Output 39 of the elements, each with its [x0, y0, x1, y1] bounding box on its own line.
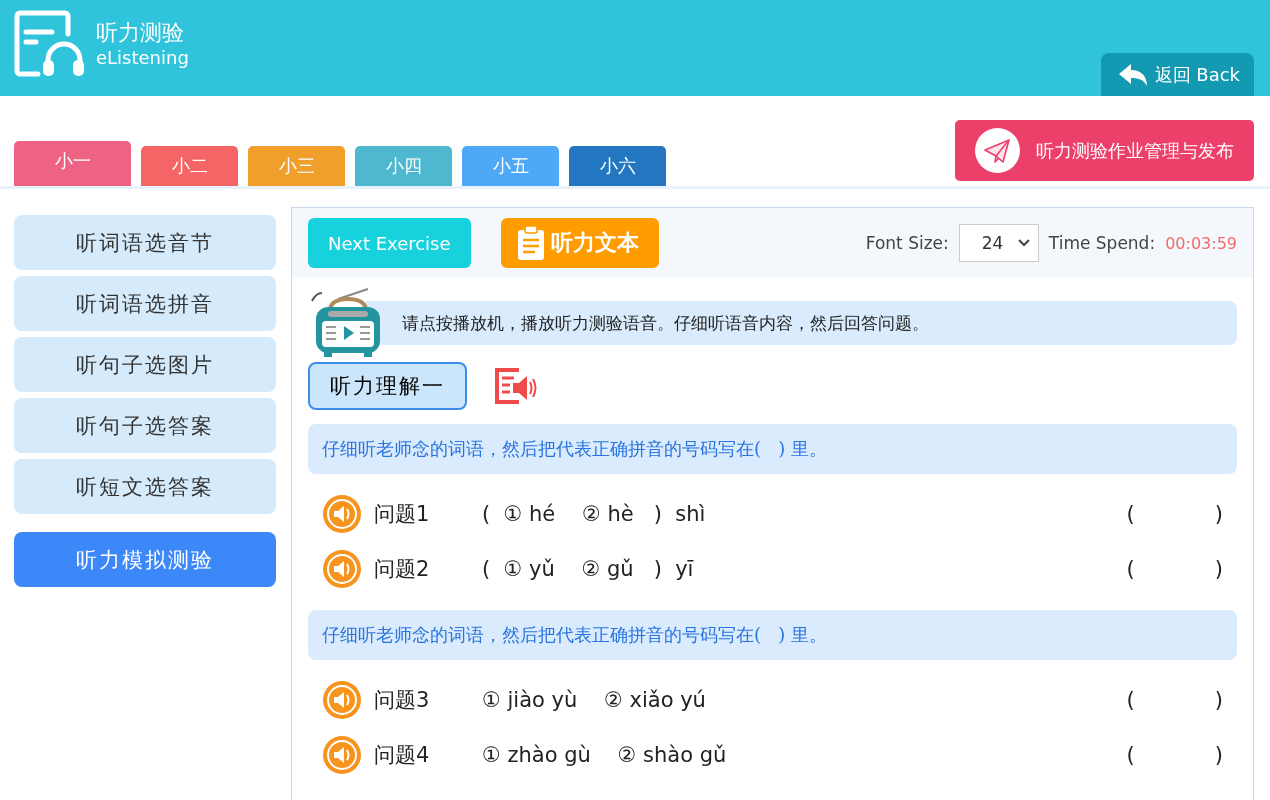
section-title[interactable]: 听力理解一 — [308, 362, 467, 410]
answer-choices: ( ① yǔ ② gǔ ) yī — [482, 556, 694, 581]
sidebar-item[interactable]: 听词语选拼音 — [14, 276, 276, 331]
grade-tab[interactable]: 小六 — [569, 146, 666, 186]
font-size-select[interactable]: 24 — [958, 224, 1039, 262]
clipboard-icon — [516, 226, 545, 260]
speaker-icon[interactable] — [322, 679, 362, 720]
app-subtitle: eListening — [96, 47, 189, 69]
answer-blank[interactable]: ( ) — [1126, 556, 1223, 581]
answer-blank[interactable]: ( ) — [1126, 687, 1223, 712]
time-value: 00:03:59 — [1165, 233, 1237, 253]
instruction-text: 请点按播放机，播放听力测验语音。仔细听语音内容，然后回答问题。 — [366, 301, 1237, 345]
answer-blank[interactable]: ( ) — [1126, 501, 1223, 526]
speaker-icon[interactable] — [322, 734, 362, 775]
answer-choices: ( ① hé ② hè ) shì — [482, 501, 706, 526]
sidebar-item[interactable]: 听句子选图片 — [14, 337, 276, 392]
chevron-down-icon — [1017, 239, 1030, 247]
publish-button[interactable]: 听力测验作业管理与发布 — [955, 120, 1254, 181]
sidebar-item[interactable]: 听词语选音节 — [14, 215, 276, 270]
answer-choices: ① zhào gù ② shào gǔ — [482, 742, 727, 767]
sidebar-item[interactable]: 听句子选答案 — [14, 398, 276, 453]
app-title: 听力测验 — [96, 19, 185, 47]
question-label: 问题1 — [374, 500, 431, 528]
question-prompt: 仔细听老师念的词语，然后把代表正确拼音的号码写在( ) 里。 — [308, 610, 1237, 660]
answer-choices: ① jiào yù ② xiǎo yú — [482, 687, 706, 712]
question-label: 问题4 — [374, 741, 431, 769]
question-label: 问题2 — [374, 555, 431, 583]
paper-plane-icon — [975, 128, 1020, 173]
question-prompt: 仔细听老师念的词语，然后把代表正确拼音的号码写在( ) 里。 — [308, 424, 1237, 474]
time-label: Time Spend: — [1048, 233, 1156, 253]
answer-blank[interactable]: ( ) — [1126, 742, 1223, 767]
sidebar-item[interactable]: 听短文选答案 — [14, 459, 276, 514]
speaker-icon[interactable] — [322, 548, 362, 589]
document-headphones-icon — [14, 10, 84, 78]
audio-document-icon[interactable] — [493, 366, 537, 406]
back-arrow-icon — [1118, 63, 1147, 86]
font-size-label: Font Size: — [865, 233, 949, 253]
speaker-icon[interactable] — [322, 493, 362, 534]
question-label: 问题3 — [374, 686, 431, 714]
